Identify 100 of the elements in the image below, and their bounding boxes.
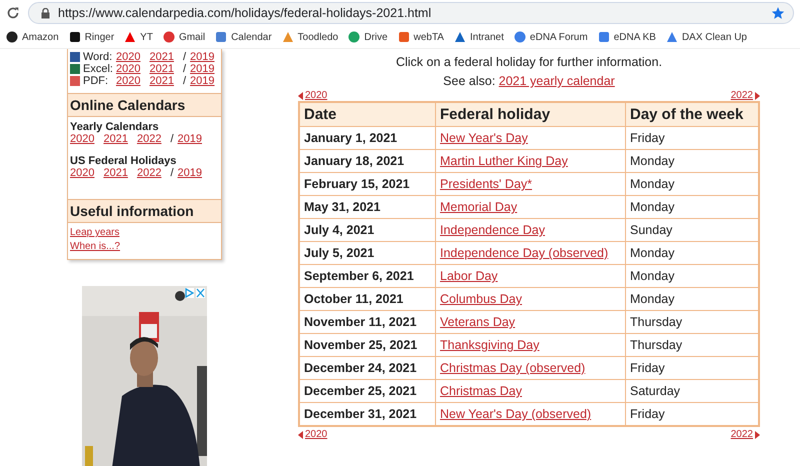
separator: / (182, 75, 186, 87)
holiday-link[interactable]: New Year's Day (440, 131, 528, 145)
date-cell: May 31, 2021 (299, 196, 436, 218)
holiday-link[interactable]: Christmas Day (observed) (440, 361, 586, 375)
date-cell: January 1, 2021 (299, 126, 436, 150)
holiday-link[interactable]: Columbus Day (440, 292, 522, 306)
bookmark-icon (6, 31, 18, 43)
year-link[interactable]: 2021 (149, 75, 174, 87)
group-title: Yearly Calendars (70, 121, 160, 133)
year-link[interactable]: 2019 (190, 63, 215, 75)
star-icon[interactable] (771, 6, 785, 20)
column-header: Date (299, 102, 436, 126)
year-link[interactable]: 2022 (136, 133, 162, 145)
left-arrow-icon (298, 92, 303, 100)
year-link[interactable]: 2021 (149, 63, 174, 75)
format-label: PDF: (83, 75, 110, 87)
bookmark[interactable]: Calendar (215, 31, 272, 43)
year-link[interactable]: 2020 (70, 133, 94, 145)
bookmark[interactable]: Drive (348, 31, 388, 43)
holiday-link[interactable]: Martin Luther King Day (440, 154, 568, 168)
bookmark[interactable]: eDNA KB (598, 31, 656, 43)
bookmark-icon (68, 31, 81, 43)
address-bar[interactable]: https://www.calendarpedia.com/holidays/federal-holidays-2021.html (28, 2, 794, 24)
bookmark[interactable]: Ringer (68, 31, 114, 43)
previous-year-link[interactable]: 2020 (298, 90, 328, 101)
year-link[interactable]: 2019 (190, 75, 215, 87)
bookmark[interactable]: Gmail (162, 31, 206, 43)
info-link[interactable]: Leap years (70, 227, 219, 238)
year-link[interactable]: 2021 (149, 51, 174, 63)
group-title: US Federal Holidays (70, 155, 178, 167)
holiday-link[interactable]: Independence Day (observed) (440, 246, 608, 260)
bookmark-icon (348, 31, 360, 43)
bookmark[interactable]: YT (124, 31, 153, 43)
bookmark[interactable]: eDNA Forum (514, 31, 588, 43)
separator: / (170, 167, 174, 179)
holiday-link[interactable]: New Year's Day (observed) (440, 407, 592, 421)
info-link[interactable]: When is...? (70, 241, 219, 252)
year-link[interactable]: 2021 (103, 167, 128, 179)
holiday-link[interactable]: Christmas Day (440, 384, 522, 398)
date-cell: February 15, 2021 (299, 172, 436, 196)
bookmark[interactable]: webTA (398, 31, 444, 43)
year-link[interactable]: 2021 (103, 133, 128, 145)
bookmark-icon (514, 31, 526, 43)
year-link[interactable]: 2019 (190, 51, 215, 63)
holiday-link[interactable]: Veterans Day (440, 315, 516, 329)
bookmark[interactable]: DAX Clean Up (666, 31, 747, 43)
next-year-link[interactable]: 2022 (730, 90, 760, 101)
format-label: Excel: (83, 63, 113, 75)
see-also-label: See also: (443, 74, 496, 88)
date-cell: September 6, 2021 (299, 264, 436, 288)
left-arrow-icon (298, 430, 303, 438)
column-header: Federal holiday (436, 102, 626, 126)
year-link[interactable]: 2020 (116, 75, 140, 87)
year-link[interactable]: 2020 (116, 63, 140, 75)
close-icon[interactable] (196, 288, 205, 298)
year-link[interactable]: 2020 (116, 51, 140, 63)
date-cell: July 4, 2021 (299, 218, 436, 242)
bookmark-icon (282, 31, 294, 43)
column-header: Day of the week (626, 102, 759, 126)
separator: / (170, 133, 174, 145)
date-cell: July 5, 2021 (299, 242, 436, 264)
bookmark-icon (398, 31, 410, 43)
section-heading: Online Calendars (68, 93, 221, 117)
url-text: https://www.calendarpedia.com/holidays/federal-holidays-2021.html (58, 6, 432, 20)
year-link[interactable]: 2019 (178, 167, 202, 179)
lock-icon (41, 8, 50, 18)
date-cell: December 25, 2021 (299, 380, 436, 402)
date-cell: October 11, 2021 (299, 288, 436, 310)
holiday-link[interactable]: Thanksgiving Day (440, 338, 540, 352)
holiday-link[interactable]: Labor Day (440, 269, 498, 283)
year-link[interactable]: 2022 (136, 167, 162, 179)
bookmark-icon (598, 31, 610, 43)
bookmark[interactable]: Toodledo (282, 31, 338, 43)
intro-text: Click on a federal holiday for further information. (394, 55, 664, 69)
date-cell: January 18, 2021 (299, 150, 436, 172)
holiday-link[interactable]: Independence Day (440, 223, 545, 237)
bookmark[interactable]: Amazon (6, 31, 59, 43)
bookmark[interactable]: Intranet (454, 31, 504, 43)
date-cell: November 25, 2021 (299, 334, 436, 356)
bookmark-icon (162, 31, 175, 43)
bookmark-icon (666, 31, 678, 43)
play-icon[interactable] (185, 288, 194, 298)
date-cell: December 24, 2021 (299, 356, 436, 380)
section-heading: Useful information (68, 199, 221, 223)
year-link[interactable]: 2020 (70, 167, 94, 179)
reload-icon[interactable] (6, 6, 20, 20)
previous-year-link[interactable]: 2020 (298, 429, 328, 440)
year-link[interactable]: 2019 (178, 133, 202, 145)
holiday-link[interactable]: Memorial Day (440, 200, 518, 214)
separator: / (182, 51, 186, 63)
calendar-link[interactable]: 2021 yearly calendar (498, 74, 615, 88)
right-arrow-icon (755, 430, 760, 438)
next-year-link[interactable]: 2022 (730, 429, 760, 440)
date-cell: November 11, 2021 (299, 310, 436, 334)
format-label: Word: (83, 51, 113, 63)
bookmark-icon (215, 31, 228, 43)
holiday-link[interactable]: Presidents' Day* (440, 177, 532, 191)
right-arrow-icon (755, 92, 760, 100)
bookmark-icon (124, 31, 136, 43)
separator: / (182, 63, 186, 75)
